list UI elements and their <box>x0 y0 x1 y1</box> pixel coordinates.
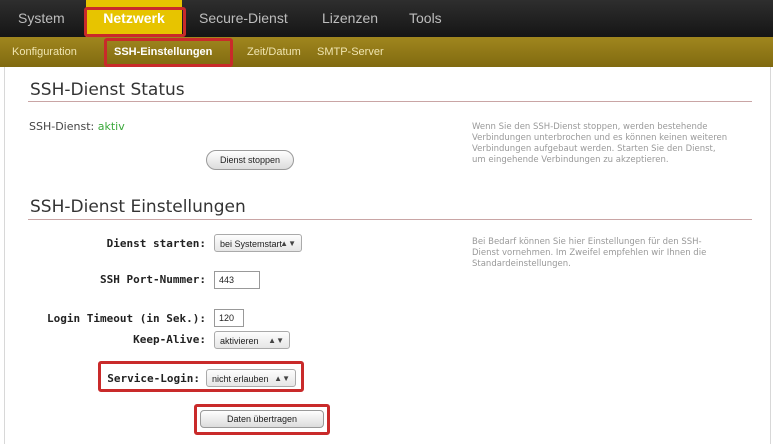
dienst-starten-label: Dienst starten: <box>106 237 206 250</box>
login-timeout-input[interactable]: 120 <box>214 309 244 327</box>
ssh-port-label: SSH Port-Nummer: <box>100 273 206 286</box>
select-arrows-icon: ▲▼ <box>268 336 284 345</box>
subnav-konfiguration[interactable]: Konfiguration <box>12 37 77 67</box>
status-section-divider <box>28 101 752 102</box>
topnav-system[interactable]: System <box>18 0 65 37</box>
status-help-text: Wenn Sie den SSH-Dienst stoppen, werden … <box>472 122 728 165</box>
keep-alive-label: Keep-Alive: <box>133 333 206 346</box>
login-timeout-label: Login Timeout (in Sek.): <box>47 312 206 325</box>
keep-alive-select[interactable]: aktivieren ▲▼ <box>214 331 290 349</box>
topnav-secure-dienst[interactable]: Secure-Dienst <box>199 0 288 37</box>
dienst-starten-select[interactable]: bei Systemstart ▲▼ <box>214 234 302 252</box>
select-arrows-icon: ▲▼ <box>280 239 296 248</box>
status-section-title: SSH-Dienst Status <box>30 80 185 100</box>
topnav-lizenzen[interactable]: Lizenzen <box>322 0 378 37</box>
settings-section-title: SSH-Dienst Einstellungen <box>30 197 246 217</box>
highlight-service-login <box>98 361 304 392</box>
ssh-status-value: aktiv <box>97 120 125 133</box>
settings-help-text: Bei Bedarf können Sie hier Einstellungen… <box>472 237 707 269</box>
highlight-netzwerk <box>84 7 186 37</box>
highlight-daten-uebertragen <box>194 404 330 435</box>
subnav-zeit-datum[interactable]: Zeit/Datum <box>247 37 301 67</box>
dienst-starten-value: bei Systemstart <box>220 239 283 249</box>
highlight-ssh-einstellungen <box>104 38 233 67</box>
topnav-tools[interactable]: Tools <box>409 0 442 37</box>
ssh-port-input[interactable]: 443 <box>214 271 260 289</box>
dienst-stoppen-button[interactable]: Dienst stoppen <box>206 150 294 170</box>
settings-section-divider <box>28 219 752 220</box>
ssh-status-label: SSH-Dienst: <box>29 120 95 133</box>
keep-alive-value: aktivieren <box>220 336 259 346</box>
subnav-smtp-server[interactable]: SMTP-Server <box>317 37 384 67</box>
ssh-status-line: SSH-Dienst: aktiv <box>29 120 125 133</box>
